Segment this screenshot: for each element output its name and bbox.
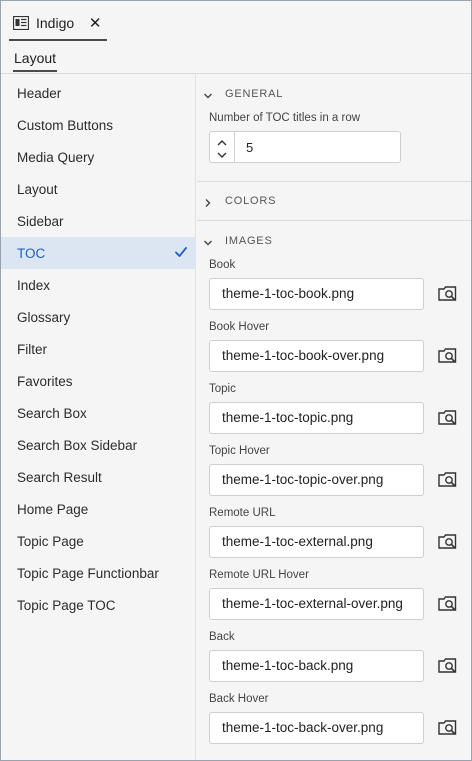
sidebar-item-label: Index: [17, 277, 51, 293]
book-hover-image-field[interactable]: theme-1-toc-book-over.png: [209, 340, 424, 372]
sidebar-item-search-box-sidebar[interactable]: Search Box Sidebar: [1, 429, 196, 461]
sidebar-item-topic-page-functionbar[interactable]: Topic Page Functionbar: [1, 557, 196, 589]
field-label-book: Book: [209, 259, 236, 271]
chevron-down-icon: [203, 236, 213, 246]
checkmark-icon: [174, 245, 188, 259]
sidebar: Header Custom Buttons Media Query Layout…: [1, 75, 196, 760]
field-label-remote-url-hover: Remote URL Hover: [209, 569, 309, 581]
tab-indigo[interactable]: Indigo ✕: [9, 7, 107, 41]
sidebar-item-topic-page[interactable]: Topic Page: [1, 525, 196, 557]
sidebar-item-label: Topic Page: [17, 533, 84, 549]
sidebar-item-topic-page-toc[interactable]: Topic Page TOC: [1, 589, 196, 621]
sidebar-item-layout[interactable]: Layout: [1, 173, 196, 205]
sidebar-item-label: Custom Buttons: [17, 117, 114, 133]
toc-titles-stepper[interactable]: 5: [209, 131, 401, 163]
stepper-value: 5: [246, 140, 254, 155]
remote-url-image-field[interactable]: theme-1-toc-external.png: [209, 526, 424, 558]
sidebar-item-home-page[interactable]: Home Page: [1, 493, 196, 525]
field-label-topic-hover: Topic Hover: [209, 445, 270, 457]
tab-layout[interactable]: Layout: [13, 50, 58, 72]
remote-url-hover-image-field[interactable]: theme-1-toc-external-over.png: [209, 588, 424, 620]
browse-image-icon[interactable]: [438, 594, 458, 614]
sidebar-item-label: Topic Page Functionbar: [17, 565, 159, 581]
browse-image-icon[interactable]: [438, 346, 458, 366]
sidebar-item-label: Search Box Sidebar: [17, 437, 138, 453]
subtab-bar: Layout: [1, 41, 471, 74]
section-images-header[interactable]: IMAGES: [197, 229, 471, 253]
sidebar-item-custom-buttons[interactable]: Custom Buttons: [1, 109, 196, 141]
browse-image-icon[interactable]: [438, 408, 458, 428]
sidebar-item-label: Topic Page TOC: [17, 597, 116, 613]
tab-label: Indigo: [36, 15, 75, 31]
toc-titles-label: Number of TOC titles in a row: [209, 112, 361, 124]
field-label-remote-url: Remote URL: [209, 507, 276, 519]
sidebar-item-label: Search Box: [17, 405, 87, 421]
close-icon[interactable]: ✕: [88, 15, 102, 32]
panel-icon: [12, 15, 30, 31]
topic-hover-image-field[interactable]: theme-1-toc-topic-over.png: [209, 464, 424, 496]
chevron-down-icon: [203, 89, 213, 99]
back-hover-image-field[interactable]: theme-1-toc-back-over.png: [209, 712, 424, 744]
sidebar-item-label: Glossary: [17, 309, 71, 325]
browse-image-icon[interactable]: [438, 532, 458, 552]
sidebar-item-sidebar[interactable]: Sidebar: [1, 205, 196, 237]
sidebar-item-label: Search Result: [17, 469, 102, 485]
sidebar-item-header[interactable]: Header: [1, 77, 196, 109]
section-title: COLORS: [225, 195, 277, 207]
sidebar-item-index[interactable]: Index: [1, 269, 196, 301]
sidebar-item-label: Sidebar: [17, 213, 64, 229]
field-label-back: Back: [209, 631, 235, 643]
sidebar-item-label: Home Page: [17, 501, 89, 517]
divider: [197, 181, 471, 182]
sidebar-item-filter[interactable]: Filter: [1, 333, 196, 365]
field-label-topic: Topic: [209, 383, 236, 395]
properties-panel: GENERAL Number of TOC titles in a row 5 …: [197, 75, 471, 760]
sidebar-item-label: TOC: [17, 245, 46, 261]
browse-image-icon[interactable]: [438, 656, 458, 676]
chevron-up-icon[interactable]: [216, 136, 228, 146]
browse-image-icon[interactable]: [438, 470, 458, 490]
sidebar-item-label: Favorites: [17, 373, 73, 389]
sidebar-item-media-query[interactable]: Media Query: [1, 141, 196, 173]
browse-image-icon[interactable]: [438, 718, 458, 738]
section-general-header[interactable]: GENERAL: [197, 82, 471, 106]
section-title: IMAGES: [225, 235, 273, 247]
sidebar-item-label: Media Query: [17, 149, 95, 165]
sidebar-item-label: Header: [17, 85, 62, 101]
stepper-arrows: [210, 132, 235, 162]
chevron-right-icon: [203, 196, 213, 207]
sidebar-item-favorites[interactable]: Favorites: [1, 365, 196, 397]
theme-editor-window: Indigo ✕ Layout Header Custom Buttons Me…: [0, 0, 472, 761]
sidebar-item-search-result[interactable]: Search Result: [1, 461, 196, 493]
sidebar-item-label: Filter: [17, 341, 47, 357]
sidebar-item-label: Layout: [17, 181, 58, 197]
browse-image-icon[interactable]: [438, 284, 458, 304]
field-label-book-hover: Book Hover: [209, 321, 270, 333]
section-title: GENERAL: [225, 88, 284, 100]
topic-image-field[interactable]: theme-1-toc-topic.png: [209, 402, 424, 434]
chevron-down-icon[interactable]: [216, 148, 228, 158]
sidebar-item-search-box[interactable]: Search Box: [1, 397, 196, 429]
field-label-back-hover: Back Hover: [209, 693, 269, 705]
back-image-field[interactable]: theme-1-toc-back.png: [209, 650, 424, 682]
book-image-field[interactable]: theme-1-toc-book.png: [209, 278, 424, 310]
sidebar-item-toc[interactable]: TOC: [1, 237, 196, 269]
section-colors-header[interactable]: COLORS: [197, 189, 471, 213]
divider: [197, 220, 471, 221]
tab-bar: Indigo ✕: [1, 1, 471, 41]
sidebar-item-glossary[interactable]: Glossary: [1, 301, 196, 333]
